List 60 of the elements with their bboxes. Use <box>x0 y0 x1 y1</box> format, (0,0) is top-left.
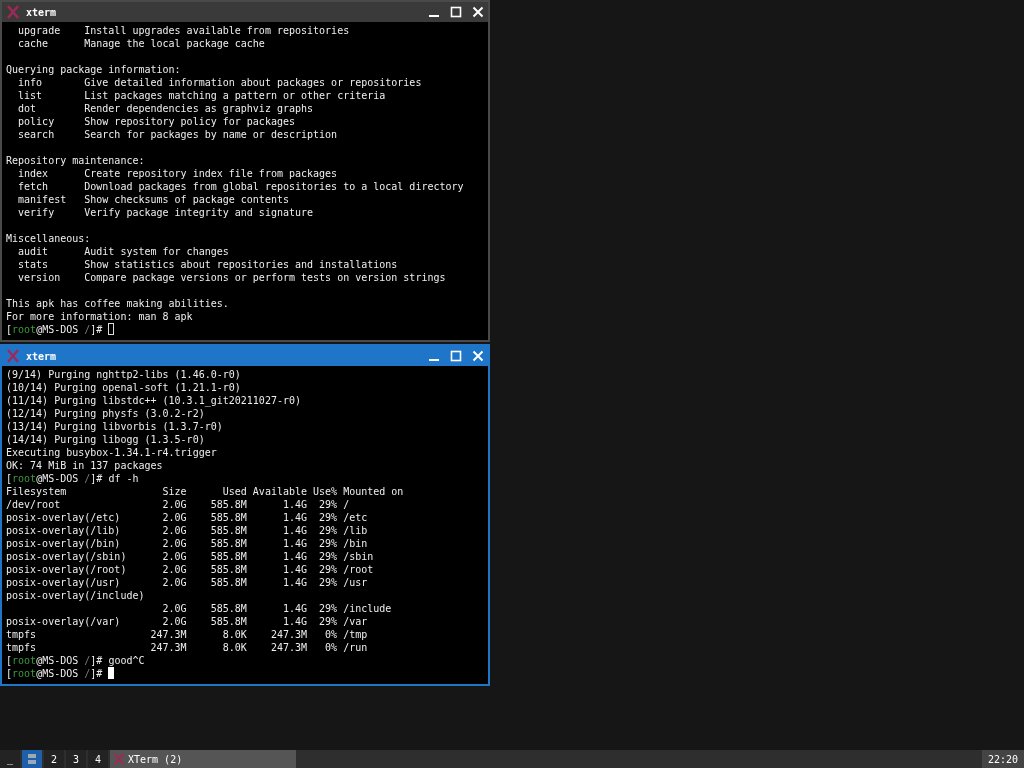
terminal-line: posix-overlay(/etc) 2.0G 585.8M 1.4G 29% /etc <box>6 511 369 524</box>
terminal-line: dot Render dependencies as graphviz graphs <box>17 102 315 115</box>
terminal-line: For more information: man 8 apk <box>6 310 194 323</box>
taskbar-task[interactable]: XTerm (2) <box>110 750 296 768</box>
prompt-line: [root@MS-DOS /]# good^C <box>6 654 145 667</box>
workspace-button[interactable] <box>22 750 42 768</box>
x-logo-icon <box>113 753 125 765</box>
terminal-line: Querying package information: <box>6 63 182 76</box>
prompt-line: [root@MS-DOS /]# <box>6 667 104 680</box>
terminal-line: cache Manage the local package cache <box>17 37 266 50</box>
terminal-line: Executing busybox-1.34.1-r4.trigger <box>6 446 218 459</box>
terminal-line: /dev/root 2.0G 585.8M 1.4G 29% / <box>6 498 351 511</box>
terminal-line: Filesystem Size Used Available Use% Mounted on <box>6 485 405 498</box>
terminal-line: posix-overlay(/usr) 2.0G 585.8M 1.4G 29% /usr <box>6 576 369 589</box>
terminal-line: (9/14) Purging nghttp2-libs (1.46.0-r0) <box>6 368 242 381</box>
terminal-line: OK: 74 MiB in 137 packages <box>6 459 164 472</box>
desktop-icon <box>27 753 37 765</box>
terminal-line: posix-overlay(/include) <box>6 589 146 602</box>
terminal-line: (12/14) Purging physfs (3.0.2-r2) <box>6 407 206 420</box>
terminal-line: index Create repository index file from packages <box>17 167 339 180</box>
terminal-line: version Compare package versions or perform tests on version strings <box>17 271 447 284</box>
terminal-line: stats Show statistics about repositories and installations <box>17 258 399 271</box>
workspace-button[interactable]: 2 <box>44 750 64 768</box>
close-icon[interactable] <box>472 6 484 18</box>
terminal-line: tmpfs 247.3M 8.0K 247.3M 0% /run <box>6 641 369 654</box>
workspace-button[interactable]: 4 <box>88 750 108 768</box>
terminal-line: (14/14) Purging libogg (1.3.5-r0) <box>6 433 206 446</box>
x-logo-icon <box>6 349 20 363</box>
window-title: xterm <box>26 350 57 362</box>
terminal-line: tmpfs 247.3M 8.0K 247.3M 0% /tmp <box>6 628 369 641</box>
show-desktop-button[interactable]: _ <box>0 750 20 768</box>
terminal-line: policy Show repository policy for packages <box>17 115 296 128</box>
workspace-button[interactable]: 3 <box>66 750 86 768</box>
prompt-line: [root@MS-DOS /]# df -h <box>6 472 139 485</box>
window-title: xterm <box>26 6 57 18</box>
terminal-line: posix-overlay(/var) 2.0G 585.8M 1.4G 29% /var <box>6 615 369 628</box>
terminal-line: Miscellaneous: <box>6 232 92 245</box>
terminal-line: (10/14) Purging openal-soft (1.21.1-r0) <box>6 381 242 394</box>
terminal-line: fetch Download packages from global repositories to a local directory <box>17 180 465 193</box>
prompt-line: [root@MS-DOS /]# <box>6 323 104 336</box>
terminal-line: This apk has coffee making abilities. <box>6 297 230 310</box>
maximize-icon[interactable] <box>450 6 462 18</box>
terminal-line: posix-overlay(/lib) 2.0G 585.8M 1.4G 29% /lib <box>6 524 369 537</box>
terminal-line: (11/14) Purging libstdc++ (10.3.1_git20211027-r0) <box>6 394 302 407</box>
terminal-line: info Give detailed information about packages or repositories <box>17 76 423 89</box>
task-label: XTerm (2) <box>128 753 183 765</box>
terminal-line: posix-overlay(/root) 2.0G 585.8M 1.4G 29% /root <box>6 563 375 576</box>
x-logo-icon <box>6 5 20 19</box>
terminal-line: (13/14) Purging libvorbis (1.3.7-r0) <box>6 420 224 433</box>
terminal-line: posix-overlay(/sbin) 2.0G 585.8M 1.4G 29% /sbin <box>6 550 375 563</box>
terminal-line: list List packages matching a pattern or other criteria <box>17 89 387 102</box>
terminal-line: audit Audit system for changes <box>17 245 230 258</box>
terminal-line: verify Verify package integrity and signature <box>17 206 315 219</box>
terminal-line: manifest Show checksums of package contents <box>17 193 290 206</box>
terminal-line: posix-overlay(/bin) 2.0G 585.8M 1.4G 29% /bin <box>6 537 369 550</box>
terminal-line: upgrade Install upgrades available from repositories <box>17 24 351 37</box>
terminal-line: 2.0G 585.8M 1.4G 29% /include <box>161 602 393 615</box>
terminal-line: Repository maintenance: <box>6 154 146 167</box>
clock: 22:20 <box>981 750 1024 768</box>
terminal-line: search Search for packages by name or description <box>17 128 339 141</box>
